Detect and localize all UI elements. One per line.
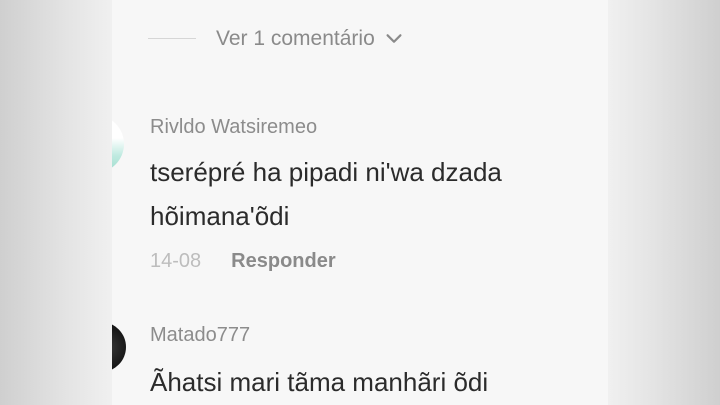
comment-username[interactable]: Matado777 [150, 324, 250, 347]
comment-username[interactable]: Rivldo Watsiremeo [150, 116, 317, 139]
blurred-backdrop-left [0, 0, 112, 405]
comment-text: tserépré ha pipadi ni'wa dzada hõimana'õ… [150, 157, 502, 231]
comments-panel: Ver 1 comentário Rivldo Watsiremeo tseré… [112, 0, 608, 405]
thread-divider [148, 38, 196, 39]
blurred-backdrop-right [608, 0, 720, 405]
chevron-down-icon [386, 34, 402, 43]
view-replies-button[interactable]: Ver 1 comentário [216, 24, 405, 54]
comment-date: 14-08 [150, 250, 202, 272]
avatar[interactable] [112, 115, 124, 173]
comment-meta: 14-08 Responder [150, 250, 336, 273]
reply-button[interactable]: Responder [231, 250, 335, 273]
comment-text: Ãhatsi mari tãma manhãri õdi [150, 367, 489, 397]
avatar[interactable] [112, 322, 126, 372]
view-replies-label: Ver 1 comentário [216, 27, 375, 50]
